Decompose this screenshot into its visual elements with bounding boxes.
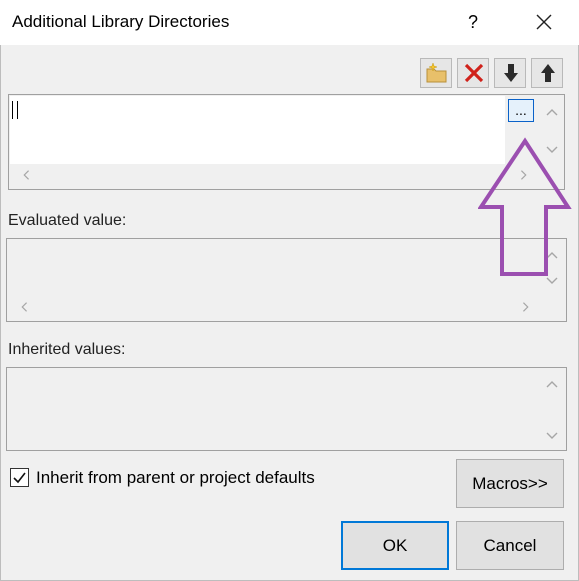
cancel-button[interactable]: Cancel bbox=[456, 521, 564, 570]
close-button[interactable] bbox=[528, 8, 558, 36]
scroll-right-icon[interactable] bbox=[519, 301, 533, 313]
scroll-up-icon[interactable] bbox=[545, 378, 559, 390]
window-border-left bbox=[0, 45, 1, 581]
help-button[interactable]: ? bbox=[462, 10, 484, 34]
scroll-down-icon[interactable] bbox=[545, 430, 559, 442]
ok-button[interactable]: OK bbox=[341, 521, 449, 570]
browse-button[interactable]: ... bbox=[508, 99, 534, 122]
delete-line-button[interactable] bbox=[457, 58, 489, 88]
inherit-checkbox[interactable] bbox=[10, 468, 29, 487]
annotation-arrow-icon bbox=[478, 137, 572, 276]
evaluated-value-label: Evaluated value: bbox=[8, 212, 127, 229]
inherited-values-label: Inherited values: bbox=[8, 341, 126, 358]
new-folder-icon bbox=[426, 62, 447, 83]
scroll-left-icon[interactable] bbox=[17, 301, 31, 313]
new-line-button[interactable] bbox=[420, 58, 452, 88]
move-up-button[interactable] bbox=[531, 58, 563, 88]
text-cursor-line bbox=[17, 101, 18, 119]
inherited-values-box bbox=[6, 367, 567, 451]
close-icon bbox=[536, 14, 552, 30]
move-down-button[interactable] bbox=[494, 58, 526, 88]
delete-icon bbox=[464, 63, 484, 83]
move-up-icon bbox=[541, 64, 555, 82]
scroll-up-icon[interactable] bbox=[545, 106, 559, 118]
macros-button[interactable]: Macros>> bbox=[456, 459, 564, 508]
title-bar: Additional Library Directories ? bbox=[0, 0, 579, 45]
directory-edit-field[interactable] bbox=[10, 96, 505, 164]
checkmark-icon bbox=[13, 472, 26, 484]
scroll-left-icon[interactable] bbox=[19, 169, 33, 181]
text-cursor bbox=[12, 101, 13, 119]
inherit-checkbox-label[interactable]: Inherit from parent or project defaults bbox=[36, 468, 315, 488]
move-down-icon bbox=[504, 64, 518, 82]
dialog-title: Additional Library Directories bbox=[12, 12, 230, 31]
